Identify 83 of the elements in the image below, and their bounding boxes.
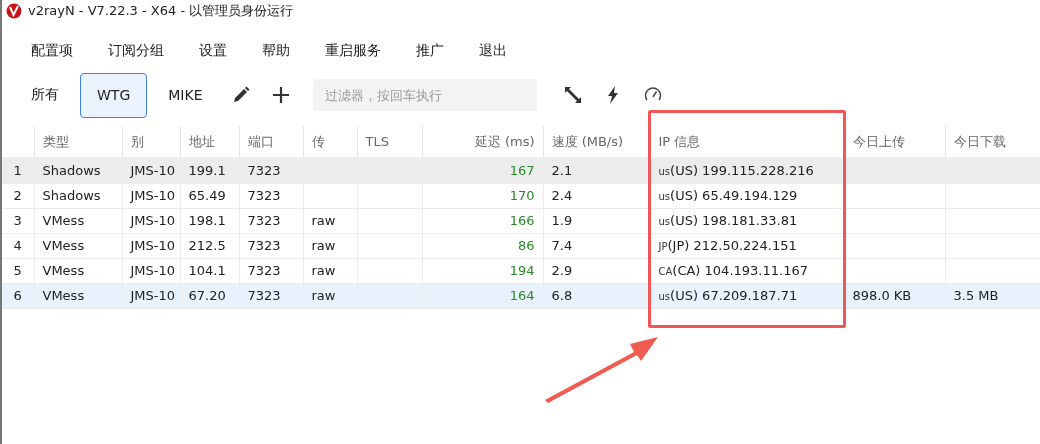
- table-cell: JMS-10: [130, 238, 176, 253]
- table-cell: 166: [509, 213, 535, 228]
- row-number: 1: [13, 163, 22, 179]
- row-number: 6: [13, 288, 22, 303]
- table-cell: VMess: [42, 213, 85, 228]
- table-cell: 1.9: [551, 213, 573, 228]
- column-header[interactable]: 速度 (MB/s): [551, 133, 624, 149]
- table-cell: 7323: [247, 238, 281, 253]
- expand-icon[interactable]: [563, 85, 584, 105]
- column-header[interactable]: 端口: [247, 133, 274, 149]
- table-cell: 7.4: [551, 238, 573, 253]
- table-cell: JMS-10: [130, 213, 176, 228]
- row-number: 3: [13, 213, 22, 228]
- table-cell: VMess: [42, 238, 85, 253]
- table-cell: raw: [311, 238, 336, 253]
- table-cell: 7323: [247, 213, 281, 228]
- highlighted-row[interactable]: 1 Shadows JMS-10 199.1 7323 167 2.1 us(US) 199.115.228.216: [2, 158, 1040, 183]
- ip-info-text: CA(CA) 104.193.11.167: [658, 263, 808, 278]
- column-header[interactable]: 今日上传: [852, 133, 905, 149]
- ip-info-text: JP(JP) 212.50.224.151: [658, 238, 797, 253]
- plus-icon[interactable]: [271, 85, 292, 105]
- table-cell: 198.1: [188, 213, 226, 228]
- menu-item[interactable]: 退出: [468, 36, 518, 66]
- menu-item[interactable]: 配置项: [20, 36, 84, 66]
- group-tab[interactable]: 所有: [14, 72, 76, 118]
- table-cell: JMS-10: [130, 263, 176, 278]
- table-cell: 7323: [247, 263, 281, 278]
- table-cell: 3.5 MB: [953, 288, 999, 303]
- group-tab[interactable]: MIKE: [151, 72, 220, 118]
- table-cell: Shadows: [42, 163, 101, 179]
- table-cell: 67.20: [188, 288, 226, 303]
- ip-info-text: us(US) 67.209.187.71: [658, 288, 798, 303]
- table-cell: 199.1: [188, 163, 226, 179]
- column-header[interactable]: IP 信息: [658, 133, 701, 149]
- table-cell: 7323: [247, 188, 281, 203]
- table-cell: 2.1: [551, 163, 573, 179]
- table-cell: raw: [311, 263, 336, 278]
- table-cell: 86: [517, 238, 535, 253]
- column-header[interactable]: 延迟 (ms): [474, 133, 535, 149]
- table-cell: 65.49: [188, 188, 226, 203]
- column-header[interactable]: 类型: [42, 133, 69, 149]
- menu-item[interactable]: 设置: [188, 36, 238, 66]
- row-number: 5: [13, 263, 22, 278]
- table-cell: 898.0 KB: [852, 288, 912, 303]
- table-cell: 167: [509, 163, 535, 179]
- ip-info-text: us(US) 198.181.33.81: [658, 213, 798, 228]
- menu-item[interactable]: 订阅分组: [97, 36, 175, 66]
- column-header[interactable]: 传: [311, 133, 325, 149]
- pencil-icon[interactable]: [231, 85, 252, 105]
- group-tab[interactable]: WTG: [80, 72, 148, 118]
- table-cell: 6.8: [551, 288, 573, 303]
- table-cell: VMess: [42, 288, 85, 303]
- table-cell: Shadows: [42, 188, 101, 203]
- app-logo-icon: [6, 3, 22, 19]
- row-number: 2: [13, 188, 22, 203]
- window-title: v2rayN - V7.22.3 - X64 - 以管理员身份运行: [28, 2, 294, 20]
- table-cell: raw: [311, 213, 336, 228]
- table-cell: 2.9: [551, 263, 573, 278]
- table-cell: VMess: [42, 263, 85, 278]
- ip-info-text: us(US) 65.49.194.129: [658, 188, 798, 203]
- filter-field[interactable]: 过滤器，按回车执行: [313, 79, 538, 111]
- table-cell: 7323: [247, 163, 281, 179]
- table-cell: JMS-10: [130, 288, 176, 303]
- column-header[interactable]: 今日下载: [953, 133, 1006, 149]
- table-cell: 194: [509, 263, 535, 278]
- menu-item[interactable]: 帮助: [251, 36, 301, 66]
- column-header[interactable]: TLS: [365, 134, 389, 149]
- table-cell: 7323: [247, 288, 281, 303]
- table-cell: JMS-10: [130, 163, 176, 179]
- table-cell: 104.1: [188, 263, 226, 278]
- table-cell: raw: [311, 288, 336, 303]
- menu-item[interactable]: 推广: [405, 36, 455, 66]
- menu-item[interactable]: 重启服务: [314, 36, 392, 66]
- table-cell: 212.5: [188, 238, 226, 253]
- table-cell: 164: [509, 288, 535, 303]
- column-header[interactable]: 别: [130, 133, 144, 149]
- table-cell: 2.4: [551, 188, 573, 203]
- selected-row[interactable]: 6 VMess JMS-10 67.20 7323 raw 164 6.8 us(US) 67.209.187.71 898.0 KB 3.5 MB: [2, 283, 1040, 308]
- ip-info-text: us(US) 199.115.228.216: [658, 163, 814, 179]
- column-header[interactable]: 地址: [188, 133, 215, 149]
- table-cell: 170: [509, 188, 535, 203]
- row-number: 4: [13, 238, 22, 253]
- table-cell: JMS-10: [130, 188, 176, 203]
